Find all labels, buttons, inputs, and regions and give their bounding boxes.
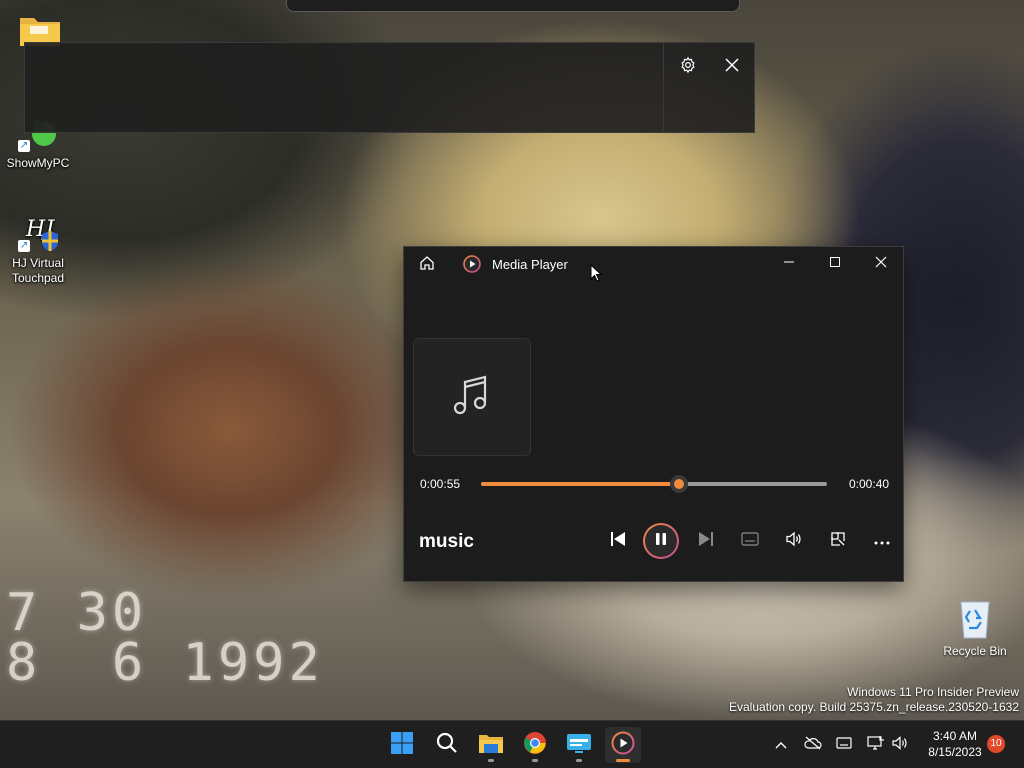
- start-button[interactable]: [384, 727, 420, 763]
- seek-bar-progress: [481, 482, 679, 486]
- next-icon: [697, 530, 715, 553]
- settings-button[interactable]: [674, 53, 702, 81]
- maximize-icon: [829, 255, 841, 273]
- minimize-icon: [783, 255, 795, 273]
- mini-player-icon: [830, 531, 846, 552]
- windows-watermark: Windows 11 Pro Insider Preview Evaluatio…: [729, 685, 1019, 715]
- song-title[interactable]: music: [419, 531, 474, 553]
- media-player-app-icon: [463, 255, 481, 278]
- media-player-taskbar-button[interactable]: [605, 727, 641, 763]
- watermark-line-1: Windows 11 Pro Insider Preview: [847, 685, 1019, 699]
- system-clock[interactable]: 3:40 AM 8/15/2023: [918, 728, 992, 760]
- clock-date: 8/15/2023: [928, 745, 982, 759]
- overlay-close-button[interactable]: [718, 53, 746, 81]
- elapsed-time: 0:00:55: [420, 477, 461, 491]
- file-explorer-icon: [478, 732, 504, 759]
- clock-time: 3:40 AM: [932, 729, 978, 743]
- volume-button[interactable]: [778, 525, 810, 557]
- search-icon: [436, 732, 458, 759]
- previous-button[interactable]: [602, 525, 634, 557]
- running-indicator: [576, 759, 582, 762]
- volume-icon: [785, 531, 803, 552]
- keyboard-icon: [836, 736, 852, 754]
- volume-icon: [892, 735, 908, 755]
- media-player-icon: [611, 731, 635, 760]
- overlay-content-area: [25, 43, 664, 131]
- more-icon: [874, 532, 890, 550]
- next-button[interactable]: [690, 525, 722, 557]
- desktop-icon-label: Recycle Bin: [943, 644, 1007, 658]
- desktop-icon-label: ShowMyPC: [6, 156, 70, 170]
- touchpad-icon: HJ ↗: [18, 212, 58, 252]
- gear-icon: [679, 56, 697, 79]
- mouse-cursor-icon: [590, 263, 603, 287]
- media-player-title: Media Player: [492, 257, 568, 272]
- desktop-icon-label: HJ Virtual Touchpad: [11, 256, 65, 285]
- network-button[interactable]: [865, 733, 887, 757]
- wallpaper-date-line-1: 7 30: [6, 583, 148, 643]
- show-hidden-icons-button[interactable]: [770, 733, 792, 757]
- media-player-titlebar[interactable]: Media Player: [404, 247, 903, 281]
- previous-icon: [609, 530, 627, 553]
- start-icon: [390, 731, 414, 760]
- home-button[interactable]: [416, 254, 438, 276]
- shortcut-arrow-icon: ↗: [18, 140, 30, 152]
- top-search-strip[interactable]: [286, 0, 740, 12]
- overlay-panel: [24, 42, 755, 133]
- media-player-window: Media Player 0:00:55 0:00:40 music: [403, 246, 904, 582]
- desktop-icon-recycle-bin[interactable]: Recycle Bin: [940, 596, 1010, 658]
- captions-icon: [741, 531, 759, 551]
- shortcut-arrow-icon: ↗: [18, 240, 30, 252]
- music-note-icon: [452, 373, 492, 422]
- recycle-bin-icon: [955, 596, 995, 640]
- chrome-icon: [523, 731, 547, 760]
- chrome-button[interactable]: [517, 727, 553, 763]
- network-icon: [867, 735, 885, 756]
- close-icon: [875, 255, 887, 273]
- file-explorer-button[interactable]: [473, 727, 509, 763]
- touch-keyboard-button[interactable]: [833, 733, 855, 757]
- taskbar: 3:40 AM 8/15/2023: [0, 720, 1024, 768]
- home-icon: [419, 255, 435, 276]
- maximize-button[interactable]: [812, 249, 858, 279]
- running-indicator: [532, 759, 538, 762]
- album-art: [413, 338, 531, 456]
- onedrive-button[interactable]: [802, 733, 824, 757]
- pause-icon: [654, 532, 668, 551]
- mini-player-button[interactable]: [822, 525, 854, 557]
- seek-bar-thumb[interactable]: [669, 475, 688, 493]
- wallpaper-date-line-2: 8 6 1992: [6, 633, 324, 693]
- seek-bar[interactable]: [481, 475, 827, 493]
- remote-desktop-icon: [566, 732, 592, 759]
- remote-desktop-button[interactable]: [561, 727, 597, 763]
- minimize-button[interactable]: [766, 249, 812, 279]
- volume-tray-button[interactable]: [889, 733, 911, 757]
- watermark-line-2: Evaluation copy. Build 25375.zn_release.…: [729, 700, 1019, 714]
- active-indicator: [616, 759, 630, 762]
- wallpaper-date-stamp: 7 30 8 6 1992: [6, 583, 324, 693]
- cloud-icon: [804, 736, 822, 755]
- captions-button[interactable]: [734, 525, 766, 557]
- remaining-time: 0:00:40: [849, 477, 890, 491]
- desktop-icon-touchpad[interactable]: HJ ↗ HJ Virtual Touchpad: [0, 212, 76, 286]
- search-button[interactable]: [429, 727, 465, 763]
- pause-button[interactable]: [643, 523, 679, 559]
- chevron-up-icon: [775, 736, 787, 754]
- close-button[interactable]: [858, 249, 904, 279]
- more-options-button[interactable]: [866, 525, 898, 557]
- notification-badge[interactable]: 10: [987, 735, 1005, 753]
- close-icon: [725, 57, 739, 77]
- running-indicator: [488, 759, 494, 762]
